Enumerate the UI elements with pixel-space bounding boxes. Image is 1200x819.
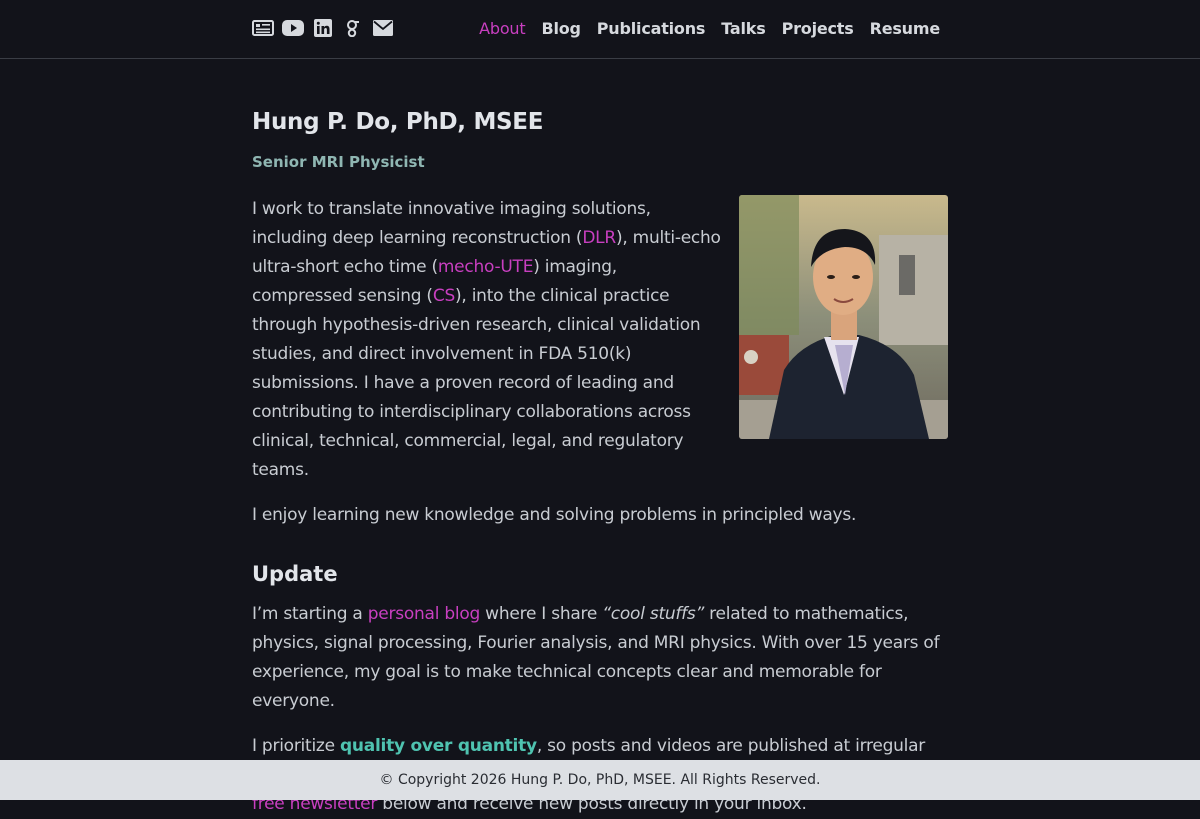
blog-text: I’m starting a: [252, 604, 368, 624]
nav-blog[interactable]: Blog: [541, 19, 581, 38]
nav-projects[interactable]: Projects: [782, 19, 854, 38]
nav-talks[interactable]: Talks: [721, 19, 766, 38]
google-scholar-icon[interactable]: [342, 18, 364, 38]
linkedin-icon[interactable]: [312, 18, 334, 38]
job-title: Senior MRI Physicist: [252, 153, 425, 171]
main-content: Hung P. Do, PhD, MSEE Senior MRI Physici…: [252, 100, 948, 819]
youtube-icon[interactable]: [282, 18, 304, 38]
email-icon[interactable]: [372, 18, 394, 38]
page-title: Hung P. Do, PhD, MSEE: [252, 109, 544, 135]
enjoy-paragraph: I enjoy learning new knowledge and solvi…: [252, 505, 857, 525]
update-heading: Update: [252, 562, 338, 586]
social-links: [252, 18, 394, 38]
intro-text: ), into the clinical practice through hy…: [252, 286, 701, 480]
footer-copyright: © Copyright 2026 Hung P. Do, PhD, MSEE. …: [0, 760, 1200, 800]
personal-blog-link[interactable]: personal blog: [368, 604, 481, 624]
cool-stuffs-text: “cool stuffs”: [602, 604, 705, 624]
nav-about[interactable]: About: [479, 19, 526, 38]
blog-paragraph: I’m starting a personal blog where I sha…: [252, 600, 948, 716]
profile-photo: [739, 195, 948, 439]
newsletter-text: I prioritize: [252, 736, 340, 756]
top-navbar: About Blog Publications Talks Projects R…: [0, 0, 1200, 59]
nav-resume[interactable]: Resume: [870, 19, 941, 38]
mecho-ute-link[interactable]: mecho-UTE: [438, 257, 534, 277]
dlr-link[interactable]: DLR: [582, 228, 616, 248]
quality-highlight: quality over quantity: [339, 736, 537, 756]
rss-icon[interactable]: [252, 18, 274, 38]
main-nav: About Blog Publications Talks Projects R…: [479, 16, 940, 40]
intro-section: I work to translate innovative imaging s…: [252, 195, 948, 485]
cs-link[interactable]: CS: [433, 286, 455, 306]
intro-paragraph: I work to translate innovative imaging s…: [252, 195, 722, 485]
nav-publications[interactable]: Publications: [597, 19, 706, 38]
blog-text: where I share: [480, 604, 603, 624]
